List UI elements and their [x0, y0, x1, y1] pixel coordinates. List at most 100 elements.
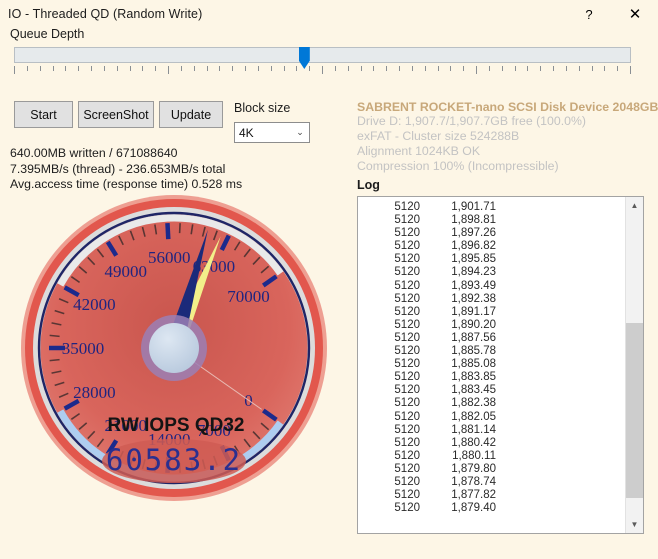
device-info: SABRENT ROCKET-nano SCSI Disk Device 204…: [357, 100, 658, 174]
log-row-value: 1,879.80: [451, 462, 496, 475]
device-alignment: Alignment 1024KB OK: [357, 144, 481, 158]
scrollbar-track[interactable]: [626, 214, 643, 516]
log-row[interactable]: 5120 1,879.80: [358, 463, 625, 476]
stat-throughput: 7.395MB/s (thread) - 236.653MB/s total: [10, 161, 226, 176]
device-drive-free: Drive D: 1,907.7/1,907.7GB free (100.0%): [357, 114, 586, 128]
log-row-value: 1,894.23: [451, 266, 496, 279]
log-row-size: 5120: [394, 240, 420, 253]
log-row-value: 1,882.38: [451, 397, 496, 410]
log-row-size: 5120: [394, 292, 420, 305]
device-compression: Compression 100% (Incompressible): [357, 159, 559, 173]
log-row[interactable]: 5120 1,901.71: [358, 201, 625, 214]
log-row[interactable]: 5120 1,885.78: [358, 345, 625, 358]
log-row-value: 1,879.40: [451, 502, 496, 515]
start-button[interactable]: Start: [14, 101, 73, 128]
log-row[interactable]: 5120 1,883.85: [358, 371, 625, 384]
log-row-size: 5120: [394, 201, 420, 213]
iops-gauge: 0700014000210002800035000420004900056000…: [18, 192, 330, 522]
log-row[interactable]: 5120 1,880.42: [358, 437, 625, 450]
scroll-up-arrow-icon[interactable]: ▲: [626, 197, 643, 214]
log-row-value: 1,887.56: [451, 331, 496, 344]
log-row-size: 5120: [394, 305, 420, 318]
gauge-tick-label: 70000: [227, 287, 270, 306]
log-scrollbar[interactable]: ▲ ▼: [625, 197, 643, 533]
log-row-size: 5120: [394, 449, 420, 462]
log-row[interactable]: 5120 1,893.49: [358, 280, 625, 293]
log-row-value: 1,893.49: [451, 279, 496, 292]
log-row[interactable]: 5120 1,882.38: [358, 397, 625, 410]
log-row-size: 5120: [394, 358, 420, 371]
log-row-size: 5120: [394, 489, 420, 502]
log-row[interactable]: 5120 1,880.11: [358, 450, 625, 463]
log-row-size: 5120: [394, 502, 420, 515]
log-row[interactable]: 5120 1,897.26: [358, 227, 625, 240]
screenshot-button[interactable]: ScreenShot: [78, 101, 154, 128]
close-button[interactable]: ✕: [612, 0, 658, 28]
log-row-value: 1,883.85: [451, 371, 496, 384]
log-row[interactable]: 5120 1,877.82: [358, 489, 625, 502]
log-row-size: 5120: [394, 410, 420, 423]
scroll-down-arrow-icon[interactable]: ▼: [626, 516, 643, 533]
log-row-size: 5120: [394, 318, 420, 331]
device-filesystem: exFAT - Cluster size 524288B: [357, 129, 520, 143]
log-row-size: 5120: [394, 423, 420, 436]
stat-access-time: Avg.access time (response time) 0.528 ms: [10, 177, 243, 191]
scrollbar-thumb[interactable]: [626, 322, 643, 498]
log-row-value: 1,882.05: [451, 410, 496, 423]
log-row[interactable]: 5120 1,891.17: [358, 306, 625, 319]
log-row-value: 1,897.26: [451, 227, 496, 240]
log-row[interactable]: 5120 1,890.20: [358, 319, 625, 332]
log-row-value: 1,883.45: [451, 384, 496, 397]
log-row-size: 5120: [394, 331, 420, 344]
log-row[interactable]: 5120 1,885.08: [358, 358, 625, 371]
log-row-size: 5120: [394, 266, 420, 279]
log-row-value: 1,881.14: [451, 423, 496, 436]
log-row-size: 5120: [394, 253, 420, 266]
log-row[interactable]: 5120 1,878.74: [358, 476, 625, 489]
chevron-down-icon: ⌄: [296, 127, 304, 137]
log-row[interactable]: 5120 1,887.56: [358, 332, 625, 345]
slider-track[interactable]: [14, 47, 631, 63]
log-row-size: 5120: [394, 371, 420, 384]
update-button[interactable]: Update: [159, 101, 223, 128]
device-title: SABRENT ROCKET-nano SCSI Disk Device 204…: [357, 100, 658, 114]
log-row-value: 1,896.82: [451, 240, 496, 253]
help-button[interactable]: ?: [566, 0, 612, 28]
log-row-value: 1,890.20: [451, 318, 496, 331]
block-size-select[interactable]: 4K ⌄: [234, 122, 310, 143]
log-row-value: 1,880.42: [451, 436, 496, 449]
log-row-value: 1,880.11: [452, 449, 496, 462]
log-rows-container: 5120 1,901.71 5120 1,898.81 5120 1,897.26 5120…: [358, 197, 625, 533]
block-size-label: Block size: [234, 101, 291, 115]
gauge-title: RW IOPS QD32: [108, 415, 245, 436]
log-row[interactable]: 5120 1,895.85: [358, 253, 625, 266]
gauge-tick-label: 49000: [105, 262, 148, 281]
gauge-tick-label: 28000: [73, 383, 116, 402]
log-row[interactable]: 5120 1,879.40: [358, 502, 625, 515]
log-row[interactable]: 5120 1,882.05: [358, 411, 625, 424]
gauge-svg: 0700014000210002800035000420004900056000…: [21, 195, 327, 501]
log-row[interactable]: 5120 1,892.38: [358, 293, 625, 306]
gauge-tick-label: 56000: [148, 248, 191, 267]
log-row-value: 1,877.82: [451, 489, 496, 502]
log-row-value: 1,892.38: [451, 292, 496, 305]
log-row-size: 5120: [394, 279, 420, 292]
queue-depth-slider[interactable]: [14, 47, 633, 77]
log-row-size: 5120: [394, 462, 420, 475]
log-row-value: 1,878.74: [451, 475, 496, 488]
log-row[interactable]: 5120 1,894.23: [358, 266, 625, 279]
log-row[interactable]: 5120 1,883.45: [358, 384, 625, 397]
log-row-size: 5120: [394, 345, 420, 358]
log-row[interactable]: 5120 1,881.14: [358, 424, 625, 437]
log-list[interactable]: 5120 1,901.71 5120 1,898.81 5120 1,897.26 5120…: [357, 196, 644, 534]
gauge-readout: 60583.2: [106, 443, 242, 477]
queue-depth-label: Queue Depth: [10, 27, 85, 41]
stat-written: 640.00MB written / 671088640: [10, 146, 178, 160]
log-row-value: 1,885.08: [451, 358, 496, 371]
log-row-size: 5120: [394, 227, 420, 240]
gauge-tick-label: 42000: [73, 295, 116, 314]
log-row-size: 5120: [394, 475, 420, 488]
window-title: IO - Threaded QD (Random Write): [8, 7, 203, 21]
log-row[interactable]: 5120 1,898.81: [358, 214, 625, 227]
log-row[interactable]: 5120 1,896.82: [358, 240, 625, 253]
